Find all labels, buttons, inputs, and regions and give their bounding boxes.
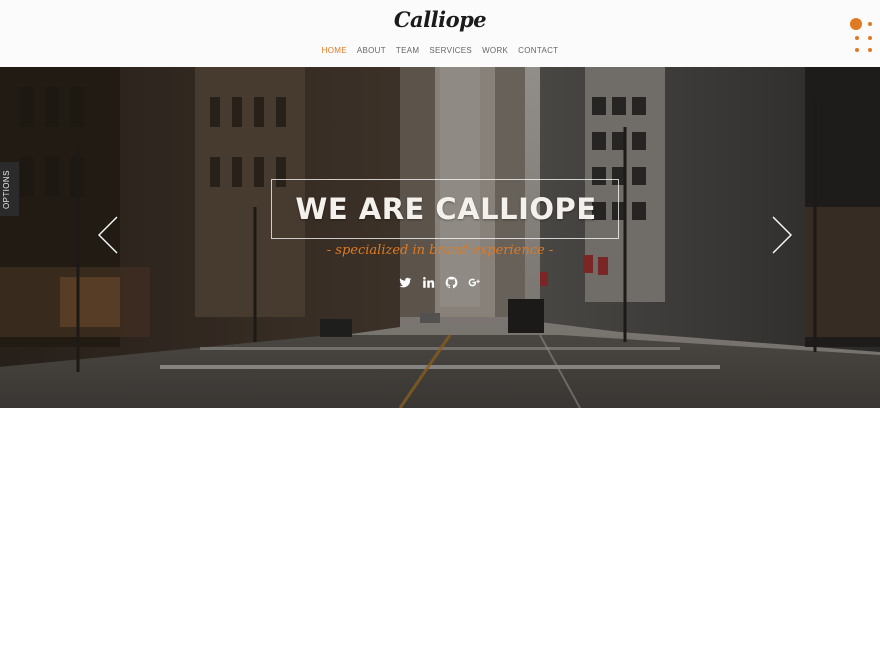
social-links	[0, 276, 880, 289]
hero-subtitle: - specialized in brand experience -	[326, 243, 554, 258]
nav-home[interactable]: HOME	[322, 46, 347, 55]
main-nav: HOME ABOUT TEAM SERVICES WORK CONTACT	[0, 46, 880, 55]
linkedin-icon[interactable]	[422, 276, 435, 289]
github-icon[interactable]	[445, 276, 458, 289]
hero-title-box: WE ARE CALLIOPE	[271, 179, 619, 239]
google-plus-icon[interactable]	[468, 276, 481, 289]
nav-work[interactable]: WORK	[482, 46, 508, 55]
nav-team[interactable]: TEAM	[396, 46, 419, 55]
hero-title: WE ARE CALLIOPE	[295, 192, 597, 226]
nav-services[interactable]: SERVICES	[429, 46, 472, 55]
site-logo[interactable]: Calliope	[0, 7, 880, 32]
site-header: Calliope HOME ABOUT TEAM SERVICES WORK C…	[0, 0, 880, 67]
hero-slider: OPTIONS WE ARE CALLIOPE - specialized in…	[0, 67, 880, 408]
options-tab[interactable]: OPTIONS	[0, 162, 19, 216]
nav-about[interactable]: ABOUT	[357, 46, 386, 55]
nav-contact[interactable]: CONTACT	[518, 46, 558, 55]
twitter-icon[interactable]	[399, 276, 412, 289]
options-label: OPTIONS	[2, 170, 11, 209]
dots-menu-icon[interactable]	[850, 16, 880, 56]
